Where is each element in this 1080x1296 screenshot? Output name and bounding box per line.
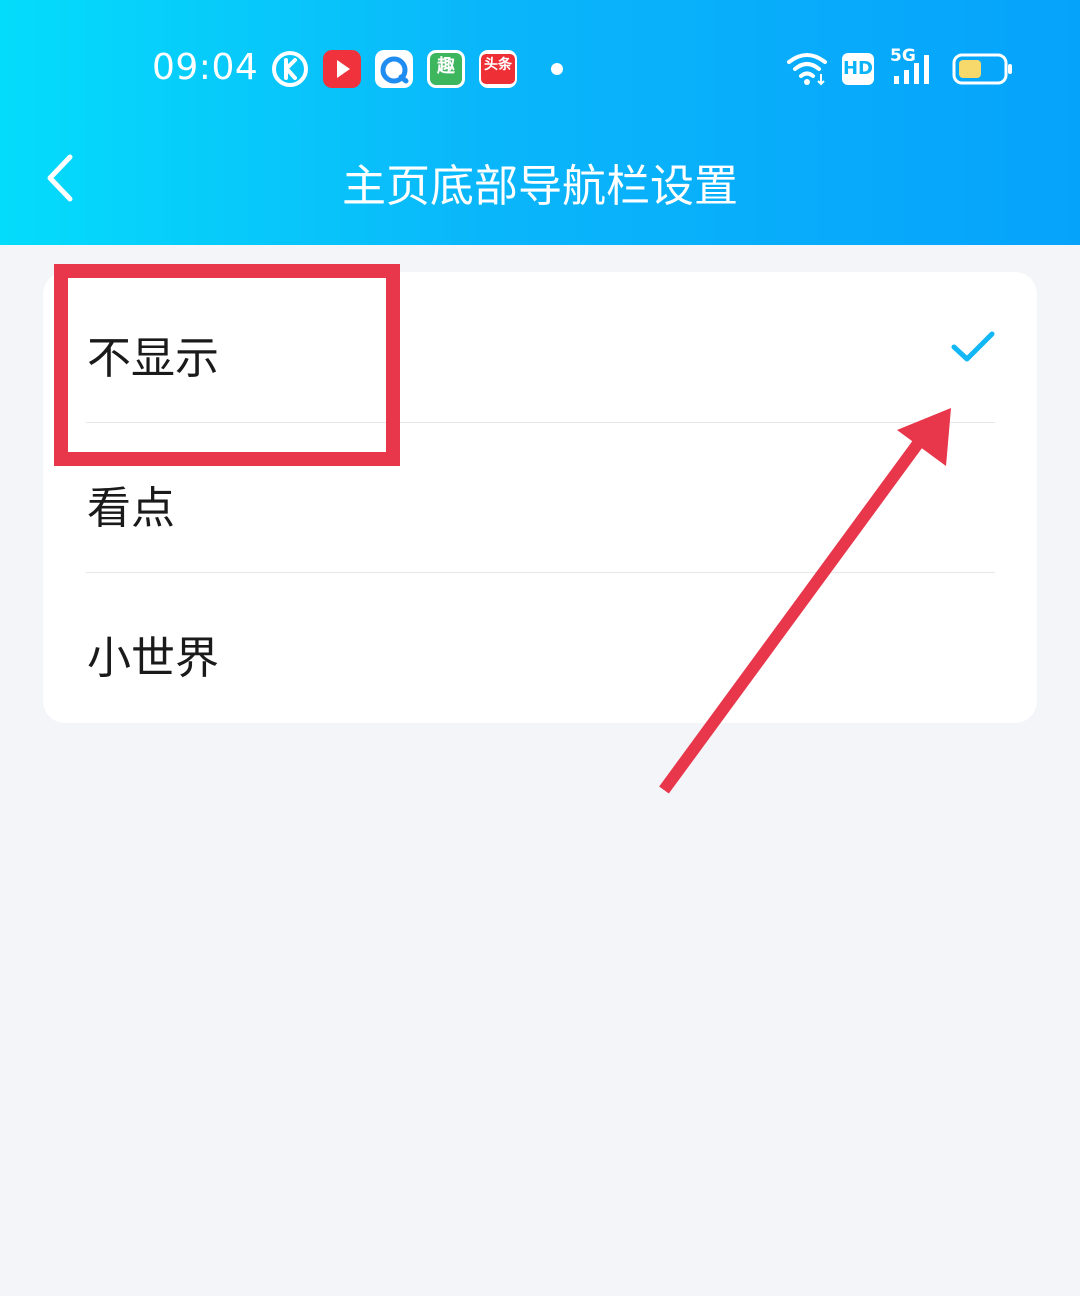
notification-dot-icon [551, 63, 563, 75]
status-time: 09:04 [152, 47, 259, 88]
option-label: 小世界 [87, 633, 219, 684]
option-kandian[interactable]: 看点 [43, 422, 1037, 572]
option-xiaoshijie[interactable]: 小世界 [43, 572, 1037, 722]
qutoutiao-label: 趣 [430, 53, 462, 85]
option-hide[interactable]: 不显示 [43, 272, 1037, 422]
battery-icon [952, 52, 1014, 86]
checkmark-icon [951, 331, 995, 362]
video-play-icon [323, 50, 361, 88]
option-label: 不显示 [87, 333, 219, 384]
nav-option-list: 不显示 看点 小世界 [43, 272, 1037, 723]
signal-5g-icon: 5G [890, 46, 938, 88]
hd-icon: HD [842, 53, 874, 85]
k-song-icon [271, 50, 309, 88]
toutiao-icon: 头条 [479, 50, 517, 88]
header: 09:04 趣 头条 HD 5G 主页底部导航栏设置 [0, 0, 1080, 245]
page-title: 主页底部导航栏设置 [342, 161, 738, 212]
browser-icon [375, 50, 413, 88]
option-label: 看点 [87, 483, 175, 534]
status-bar: 09:04 趣 头条 HD 5G [0, 0, 1080, 140]
wifi-icon [786, 50, 830, 86]
qutoutiao-icon: 趣 [427, 50, 465, 88]
toutiao-label: 头条 [481, 54, 515, 84]
